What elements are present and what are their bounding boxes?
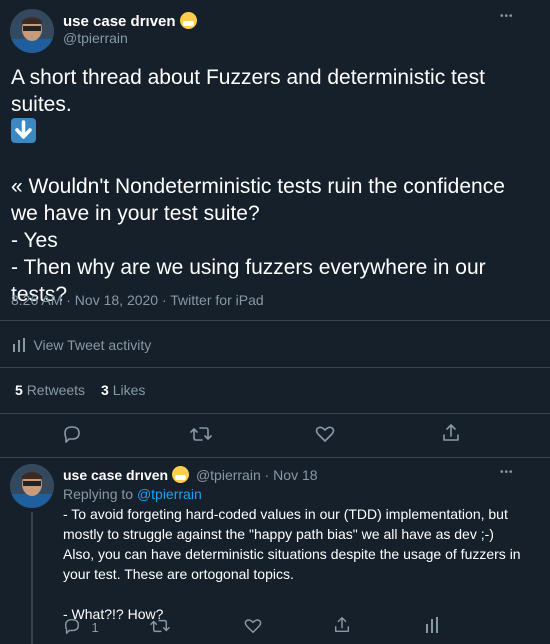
likes-count: 3 [101, 382, 109, 398]
reply-analytics-icon[interactable] [426, 617, 438, 633]
retweets-stat[interactable]: 5 Retweets [15, 382, 85, 398]
reply-line: Also, you can have deterministic situati… [63, 546, 521, 562]
tweet-text-paragraph-1: A short thread about Fuzzers and determi… [11, 66, 485, 116]
replying-to: Replying to @tpierrain [63, 486, 202, 502]
reply-share-icon[interactable] [333, 616, 351, 634]
face-mask-emoji-icon [172, 466, 190, 483]
retweets-count: 5 [15, 382, 23, 398]
retweets-label: Retweets [26, 382, 86, 398]
reply-handle-date[interactable]: @tpierrain · Nov 18 [196, 467, 318, 483]
more-options-icon[interactable]: ••• [500, 12, 514, 22]
reply-line: your test. These are ortogonal topics. [63, 566, 294, 582]
author-name[interactable]: use case drıven [63, 13, 176, 30]
reply-line: - To avoid forgeting hard-coded values i… [63, 506, 508, 522]
replying-to-handle[interactable]: @tpierrain [137, 486, 202, 502]
divider [0, 457, 550, 458]
divider [0, 367, 550, 368]
reply-retweet-icon[interactable] [150, 617, 170, 635]
tweet-text-question: « Wouldn't Nondeterministic tests ruin t… [11, 175, 505, 225]
analytics-icon [13, 338, 25, 352]
reply-body: - To avoid forgeting hard-coded values i… [63, 504, 543, 624]
reply-like-icon[interactable] [244, 617, 262, 635]
share-icon[interactable] [441, 423, 461, 443]
likes-stat[interactable]: 3 Likes [101, 382, 145, 398]
reply-line: mostly to struggle against the "happy pa… [63, 526, 494, 542]
face-mask-emoji-icon [179, 12, 197, 29]
author-handle[interactable]: @tpierrain [63, 30, 128, 46]
reply-more-options-icon[interactable]: ••• [500, 468, 514, 478]
reply-header[interactable]: use case drıven @tpierrain · Nov 18 [63, 466, 318, 483]
view-activity-link[interactable]: View Tweet activity [13, 337, 151, 355]
reply-author-name[interactable]: use case drıven [63, 467, 168, 483]
divider [0, 413, 550, 414]
author-avatar[interactable] [10, 9, 54, 53]
tweet-text-yes: - Yes [11, 229, 58, 252]
reply-icon [63, 617, 81, 635]
reply-author-avatar[interactable] [10, 464, 54, 508]
view-activity-label: View Tweet activity [33, 337, 152, 353]
tweet-timestamp[interactable]: 8:26 AM · Nov 18, 2020 · Twitter for iPa… [11, 292, 264, 308]
reply-count: 1 [91, 620, 99, 635]
divider [0, 320, 550, 321]
likes-label: Likes [112, 382, 146, 398]
retweet-icon[interactable] [190, 424, 212, 444]
like-icon[interactable] [315, 424, 335, 444]
author-name-row[interactable]: use case drıven [63, 12, 197, 30]
reply-line: - What?!? How? [63, 606, 164, 622]
replying-to-prefix: Replying to [63, 486, 134, 502]
reply-reply-button[interactable]: 1 [63, 617, 99, 637]
down-arrow-emoji-icon [11, 118, 36, 143]
thread-connector-line [31, 512, 33, 644]
reply-icon[interactable] [62, 424, 82, 444]
